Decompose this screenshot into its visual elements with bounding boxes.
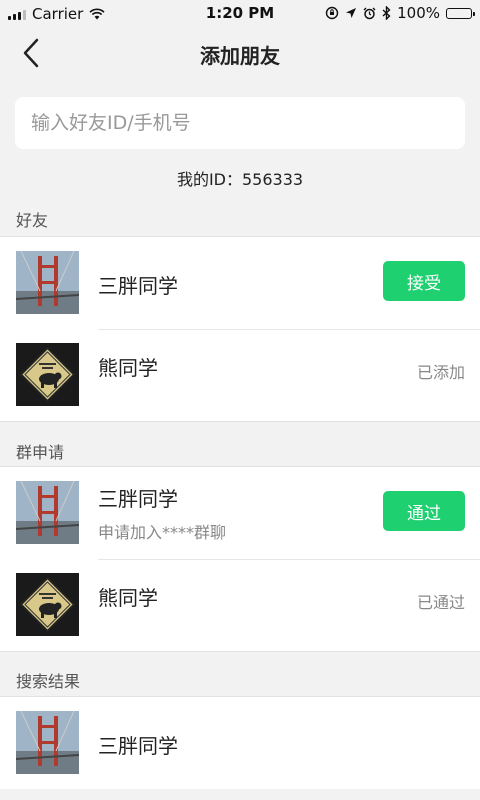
- nav-bar: 添加朋友: [0, 28, 480, 80]
- rotation-lock-icon: [325, 6, 339, 20]
- bluetooth-icon: [382, 6, 391, 20]
- section-label-group-requests: 群申请: [16, 443, 65, 462]
- friend-name: 熊同学: [98, 356, 158, 380]
- page-title: 添加朋友: [200, 44, 280, 68]
- section-label-friends: 好友: [16, 211, 49, 230]
- search-results-list: 三胖同学: [0, 696, 480, 789]
- status-right: 100%: [325, 4, 475, 22]
- avatar: [16, 251, 79, 314]
- approved-status: 已通过: [416, 593, 465, 612]
- alarm-icon: [363, 7, 376, 19]
- approve-button[interactable]: 通过: [383, 491, 465, 531]
- avatar: [16, 481, 79, 544]
- list-item[interactable]: 三胖同学 申请加入****群聊 通过: [0, 467, 480, 559]
- friends-list: 三胖同学 接受 熊同学 已添加: [0, 236, 480, 422]
- group-requests-list: 三胖同学 申请加入****群聊 通过 熊同学 已通过: [0, 466, 480, 652]
- battery-label: 100%: [397, 4, 440, 22]
- list-item[interactable]: 熊同学 已通过: [0, 559, 480, 651]
- list-item[interactable]: 熊同学 已添加: [0, 329, 480, 421]
- requester-name: 三胖同学: [98, 487, 178, 511]
- list-item[interactable]: 三胖同学: [0, 697, 480, 789]
- friend-name: 三胖同学: [98, 274, 178, 298]
- section-label-search-results: 搜索结果: [16, 672, 81, 691]
- request-message: 申请加入****群聊: [98, 523, 227, 542]
- added-status: 已添加: [416, 363, 465, 382]
- my-id-label: 我的ID：556333: [176, 170, 304, 189]
- avatar: [16, 573, 79, 636]
- search-input[interactable]: [15, 97, 465, 149]
- avatar: [16, 711, 79, 774]
- location-icon: [346, 8, 357, 18]
- requester-name: 熊同学: [98, 586, 158, 610]
- battery-icon: [446, 7, 475, 19]
- status-bar: Carrier 1:20 PM 100%: [0, 0, 480, 28]
- list-item[interactable]: 三胖同学 接受: [0, 237, 480, 329]
- avatar: [16, 343, 79, 406]
- accept-button[interactable]: 接受: [383, 261, 465, 301]
- result-name: 三胖同学: [98, 734, 178, 758]
